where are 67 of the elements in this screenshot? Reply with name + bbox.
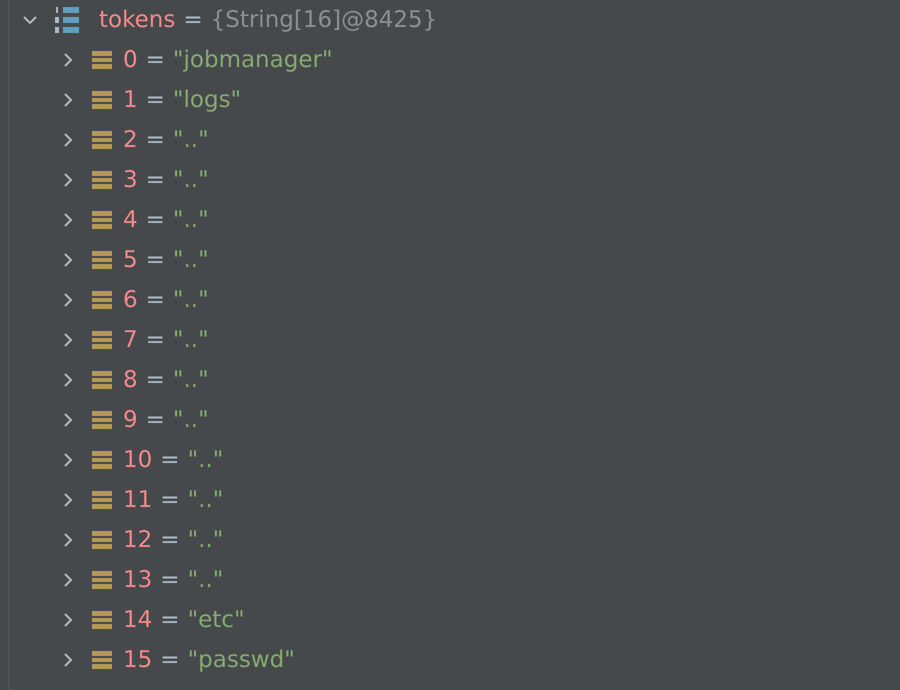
field-icon	[91, 450, 113, 470]
equals-sign: =	[160, 567, 180, 593]
element-index: 12	[123, 527, 152, 553]
field-icon	[91, 530, 113, 550]
equals-sign: =	[146, 407, 165, 433]
equals-sign: =	[146, 127, 165, 153]
string-value: ".."	[172, 127, 209, 153]
field-icon	[91, 50, 113, 70]
string-value: "logs"	[172, 87, 242, 113]
field-icon	[91, 210, 113, 230]
element-index: 4	[123, 207, 138, 233]
field-icon	[91, 370, 113, 390]
string-value: ".."	[172, 167, 209, 193]
element-index: 1	[123, 87, 138, 113]
equals-sign: =	[146, 207, 165, 233]
field-icon	[91, 570, 113, 590]
field-icon	[91, 490, 113, 510]
element-index: 9	[123, 407, 138, 433]
element-index: 14	[123, 607, 152, 633]
string-value: ".."	[172, 287, 209, 313]
field-icon	[91, 130, 113, 150]
string-value: ".."	[188, 567, 224, 593]
string-value: ".."	[172, 247, 209, 273]
element-index: 6	[123, 287, 138, 313]
string-value: "passwd"	[188, 647, 295, 673]
string-value: ".."	[172, 407, 209, 433]
element-index: 0	[123, 47, 138, 73]
string-value: ".."	[188, 487, 224, 513]
equals-sign: =	[146, 167, 165, 193]
element-index: 11	[123, 487, 152, 513]
equals-sign: =	[146, 367, 165, 393]
equals-sign: =	[160, 647, 180, 673]
field-icon	[91, 290, 113, 310]
string-value: ".."	[172, 367, 209, 393]
variable-value: {String[16]@8425}	[210, 7, 438, 33]
equals-sign: =	[146, 47, 165, 73]
string-value: ".."	[172, 327, 209, 353]
element-index: 15	[123, 647, 152, 673]
equals-sign: =	[183, 7, 203, 33]
element-index: 2	[123, 127, 138, 153]
field-icon	[91, 250, 113, 270]
equals-sign: =	[146, 287, 165, 313]
equals-sign: =	[160, 487, 180, 513]
equals-sign: =	[160, 607, 180, 633]
element-index: 8	[123, 367, 138, 393]
element-index: 3	[123, 167, 138, 193]
element-index: 5	[123, 247, 138, 273]
string-value: ".."	[188, 447, 224, 473]
equals-sign: =	[146, 327, 165, 353]
variable-name: tokens	[99, 7, 176, 33]
field-icon	[91, 90, 113, 110]
equals-sign: =	[160, 527, 180, 553]
field-icon	[91, 330, 113, 350]
string-value: ".."	[188, 527, 224, 553]
string-value: ".."	[172, 207, 209, 233]
equals-sign: =	[146, 247, 165, 273]
element-index: 7	[123, 327, 138, 353]
field-icon	[91, 170, 113, 190]
field-icon	[91, 610, 113, 630]
element-index: 10	[123, 447, 152, 473]
element-index: 13	[123, 567, 152, 593]
equals-sign: =	[160, 447, 180, 473]
equals-sign: =	[146, 87, 165, 113]
string-value: "etc"	[188, 607, 245, 633]
field-icon	[91, 410, 113, 430]
field-icon	[91, 650, 113, 670]
string-value: "jobmanager"	[172, 47, 333, 73]
